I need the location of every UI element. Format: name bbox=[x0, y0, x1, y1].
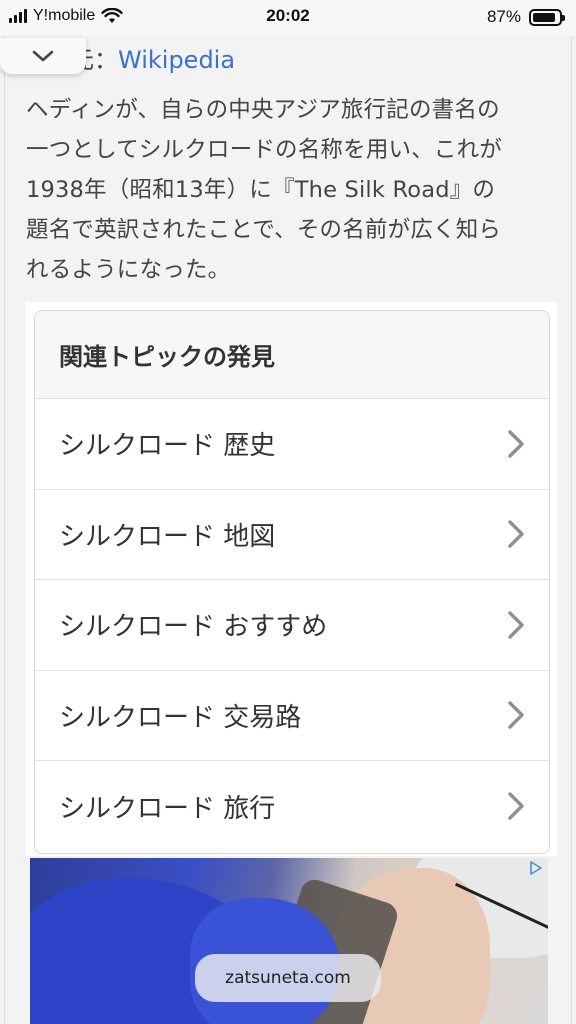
battery-fill bbox=[533, 12, 555, 22]
paragraph-line: 題名で英訳されたことで、その名前が広く知ら bbox=[26, 217, 502, 243]
related-topic-item[interactable]: シルクロード 地図 bbox=[35, 489, 549, 580]
chevron-right-icon bbox=[508, 520, 524, 548]
source-attribution: 元：Wikipedia bbox=[70, 40, 235, 75]
paragraph-line: 1938年（昭和13年）に『The Silk Road』の bbox=[26, 177, 496, 203]
watermark-badge: zatsuneta.com bbox=[195, 954, 381, 1002]
status-right: 87% bbox=[486, 7, 565, 27]
related-topics-card: 関連トピックの発見 シルクロード 歴史 シルクロード 地図 シルクロード おすす… bbox=[34, 310, 550, 854]
chevron-right-icon bbox=[508, 701, 524, 729]
battery-percent: 87% bbox=[486, 7, 521, 26]
related-topics-header: 関連トピックの発見 bbox=[35, 311, 549, 399]
paragraph-line: 一つとしてシルクロードの名称を用い、これが bbox=[26, 137, 503, 163]
article-paragraph: ヘディンが、自らの中央アジア旅行記の書名の 一つとしてシルクロードの名称を用い、… bbox=[26, 90, 546, 290]
chevron-down-icon bbox=[32, 50, 54, 62]
related-topic-label: シルクロード 旅行 bbox=[59, 793, 276, 824]
collapse-button[interactable] bbox=[0, 38, 86, 74]
battery-icon bbox=[529, 8, 565, 26]
related-topic-item[interactable]: シルクロード 交易路 bbox=[35, 670, 549, 761]
chevron-right-icon bbox=[508, 792, 524, 820]
paragraph-line: れるようになった。 bbox=[26, 257, 231, 283]
chevron-right-icon bbox=[508, 611, 524, 639]
ad-choices-icon[interactable] bbox=[528, 860, 544, 876]
paragraph-line: ヘディンが、自らの中央アジア旅行記の書名の bbox=[26, 97, 500, 123]
related-topic-label: シルクロード おすすめ bbox=[59, 612, 328, 643]
related-topic-label: シルクロード 交易路 bbox=[59, 702, 302, 733]
related-topic-label: シルクロード 地図 bbox=[59, 521, 276, 552]
related-topic-item[interactable]: シルクロード 歴史 bbox=[35, 399, 549, 490]
chevron-right-icon bbox=[508, 430, 524, 458]
related-topic-label: シルクロード 歴史 bbox=[59, 431, 276, 462]
status-bar: Y!mobile 20:02 87% bbox=[0, 0, 576, 36]
wikipedia-link[interactable]: Wikipedia bbox=[118, 46, 235, 74]
related-topic-item[interactable]: シルクロード 旅行 bbox=[35, 761, 549, 852]
related-topic-item[interactable]: シルクロード おすすめ bbox=[35, 580, 549, 671]
